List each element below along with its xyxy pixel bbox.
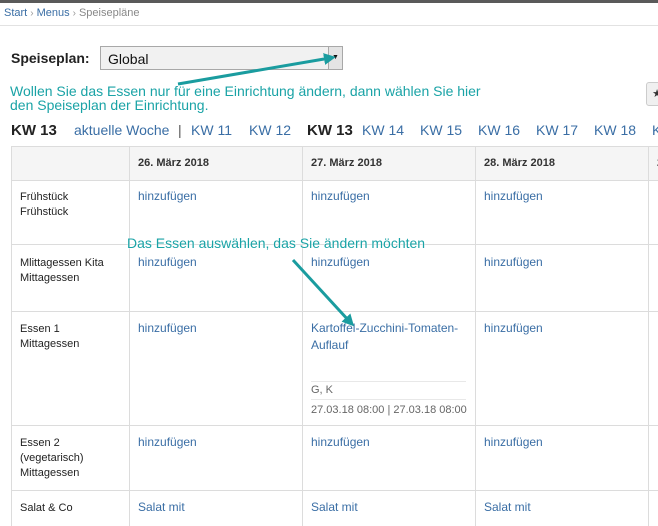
- meal-link[interactable]: Salat mit: [484, 499, 531, 516]
- row-label-line: Frühstück: [20, 191, 69, 203]
- row-label-line: Mlittagessen Kita: [20, 257, 104, 269]
- divider: [311, 399, 466, 400]
- current-week-link[interactable]: aktuelle Woche: [74, 122, 169, 138]
- row-label-line: Mittagessen: [20, 338, 80, 350]
- grid-line: [11, 490, 658, 491]
- grid-line: [11, 311, 658, 312]
- add-meal-link[interactable]: hinzufügen: [311, 254, 370, 271]
- add-meal-link[interactable]: hinzufügen: [484, 434, 543, 451]
- grid-line: [11, 146, 658, 147]
- plan-select[interactable]: Global ▼: [100, 46, 343, 70]
- add-meal-link[interactable]: hinzufügen: [138, 434, 197, 451]
- grid-line: [11, 425, 658, 426]
- grid-line: [648, 146, 649, 526]
- week-link-13-active[interactable]: KW 13: [307, 122, 353, 139]
- star-icon: ★: [652, 88, 658, 100]
- row-label-line: Essen 2: [20, 437, 60, 449]
- column-header-day: 28. März 2018: [484, 157, 555, 169]
- star-button[interactable]: ★: [646, 82, 658, 106]
- row-label-line: Mittagessen: [20, 272, 80, 284]
- week-link-15[interactable]: KW 15: [420, 122, 462, 138]
- add-meal-link[interactable]: hinzufügen: [484, 320, 543, 337]
- meal-title-line: Kartoffel-Zucchini-Tomaten-: [311, 321, 459, 335]
- column-header-day: 27. März 2018: [311, 157, 382, 169]
- plan-select-value: Global: [108, 51, 149, 67]
- week-nav-separator: |: [178, 122, 182, 138]
- week-link-12[interactable]: KW 12: [249, 122, 291, 138]
- grid-line: [11, 146, 12, 526]
- breadcrumb-menus-link[interactable]: Menus: [37, 7, 70, 19]
- grid-line: [129, 146, 130, 526]
- week-link-19[interactable]: K: [652, 122, 658, 138]
- add-meal-link[interactable]: hinzufügen: [138, 188, 197, 205]
- meal-link[interactable]: Salat mit: [138, 499, 185, 516]
- annotation-line: Wollen Sie das Essen nur für eine Einric…: [10, 83, 481, 99]
- add-meal-link[interactable]: hinzufügen: [311, 188, 370, 205]
- week-link-11[interactable]: KW 11: [191, 122, 232, 138]
- breadcrumb: Start › Menus › Speisepläne: [4, 7, 140, 19]
- row-label-line: Frühstück: [20, 206, 69, 218]
- breadcrumb-start-link[interactable]: Start: [4, 7, 27, 19]
- add-meal-link[interactable]: hinzufügen: [484, 188, 543, 205]
- row-label: Essen 2 (vegetarisch) Mittagessen: [20, 436, 84, 481]
- column-header-day: 26. März 2018: [138, 157, 209, 169]
- plan-label: Speiseplan:: [11, 50, 90, 66]
- meal-tags: G, K: [311, 384, 334, 396]
- row-label: Frühstück Frühstück: [20, 190, 68, 220]
- add-meal-link[interactable]: hinzufügen: [311, 434, 370, 451]
- breadcrumb-current: Speisepläne: [78, 7, 140, 19]
- meal-title-line: Auflauf: [311, 338, 349, 352]
- week-link-16[interactable]: KW 16: [478, 122, 520, 138]
- meal-plan-table: 26. März 2018 27. März 2018 28. März 201…: [11, 146, 658, 526]
- divider: [0, 25, 658, 26]
- add-meal-link[interactable]: hinzufügen: [484, 254, 543, 271]
- meal-time: 27.03.18 08:00 | 27.03.18 08:00: [311, 404, 467, 416]
- top-bar: [0, 0, 658, 3]
- annotation-line: den Speiseplan der Einrichtung.: [10, 97, 209, 113]
- breadcrumb-separator: ›: [30, 8, 34, 19]
- breadcrumb-separator: ›: [72, 8, 76, 19]
- week-link-18[interactable]: KW 18: [594, 122, 636, 138]
- week-link-14[interactable]: KW 14: [362, 122, 404, 138]
- divider: [311, 381, 466, 382]
- chevron-down-icon[interactable]: ▼: [328, 47, 342, 69]
- row-label-line: Essen 1: [20, 323, 60, 335]
- week-link-17[interactable]: KW 17: [536, 122, 578, 138]
- annotation-change-plan: Wollen Sie das Essen nur für eine Einric…: [10, 84, 481, 112]
- row-label: Essen 1 Mittagessen: [20, 322, 79, 352]
- add-meal-link[interactable]: hinzufügen: [138, 320, 197, 337]
- grid-line: [302, 146, 303, 526]
- meal-link[interactable]: Salat mit: [311, 499, 358, 516]
- current-week-title: KW 13: [11, 122, 57, 139]
- row-label-line: (vegetarisch): [20, 452, 84, 464]
- add-meal-link[interactable]: hinzufügen: [138, 254, 197, 271]
- grid-line: [475, 146, 476, 526]
- row-label: Mlittagessen Kita Mittagessen: [20, 256, 104, 286]
- meal-link[interactable]: Kartoffel-Zucchini-Tomaten- Auflauf: [311, 320, 471, 354]
- annotation-choose-meal: Das Essen auswählen, das Sie ändern möch…: [127, 235, 426, 251]
- row-label-line: Mittagessen: [20, 467, 80, 479]
